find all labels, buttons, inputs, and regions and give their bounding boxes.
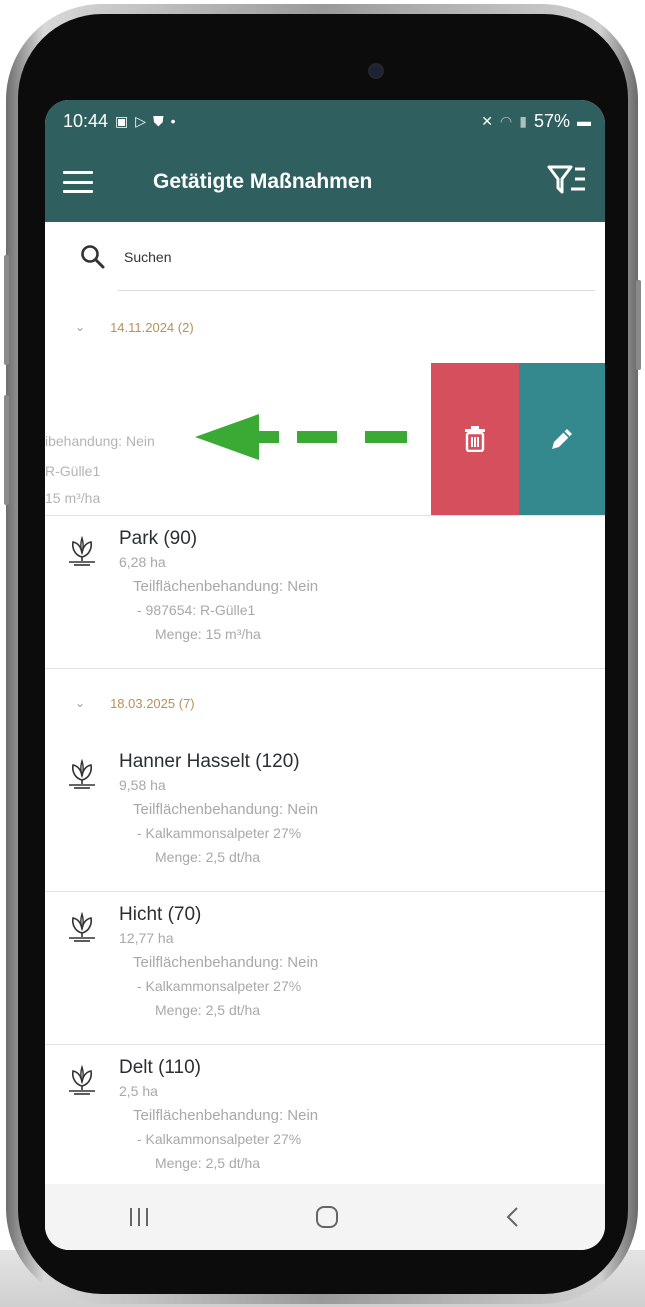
mute-icon: ✕ <box>481 113 494 129</box>
arrow-left-icon <box>195 414 407 460</box>
search-icon[interactable] <box>80 244 106 270</box>
delete-button[interactable] <box>431 363 519 515</box>
group-date-label: 14.11.2024 (2) <box>110 319 194 335</box>
chevron-down-icon: ⌄ <box>75 696 86 710</box>
filter-list-icon[interactable] <box>547 163 587 202</box>
entry-detail-2: - Kalkammonsalpeter 27% <box>137 1131 302 1147</box>
group-date-label: 18.03.2025 (7) <box>110 695 195 711</box>
gallery-icon: ▣ <box>115 113 129 129</box>
entry-name: Hicht (70) <box>119 904 202 925</box>
back-icon[interactable] <box>503 1205 523 1229</box>
entry-detail-2: - Kalkammonsalpeter 27% <box>137 978 302 994</box>
entry-detail-1: Teilflächenbehandung: Nein <box>133 578 319 595</box>
entry-detail-3: Menge: 15 m³/ha <box>155 626 261 642</box>
search-underline <box>118 290 595 291</box>
swiped-line-1: ibehandung: Nein <box>45 433 155 449</box>
side-button-right <box>636 280 641 370</box>
entry-detail-3: Menge: 2,5 dt/ha <box>155 1002 261 1018</box>
battery-icon: ▬ <box>577 113 591 129</box>
battery-level: 57% <box>533 110 570 131</box>
entry-detail-3: Menge: 2,5 dt/ha <box>155 849 261 865</box>
trash-icon <box>465 426 485 452</box>
entry-detail-3: Menge: 2,5 dt/ha <box>155 1155 261 1171</box>
chevron-down-icon: ⌄ <box>75 320 86 334</box>
play-icon: ▷ <box>135 113 147 129</box>
search-bar <box>45 222 605 292</box>
volume-button <box>4 255 9 365</box>
entry-detail-2: - Kalkammonsalpeter 27% <box>137 825 302 841</box>
swiped-line-3: 15 m³/ha <box>45 490 101 506</box>
recent-apps-icon[interactable] <box>127 1206 151 1228</box>
app-bar: Getätigte Maßnahmen <box>45 142 605 222</box>
wifi-icon: ◠ <box>500 113 513 129</box>
signal-icon: ▮ <box>519 113 527 129</box>
entry-name: Delt (110) <box>119 1057 202 1078</box>
entry-detail-1: Teilflächenbehandung: Nein <box>133 954 319 971</box>
power-button <box>4 395 9 505</box>
entry-detail-2: - 987654: R-Gülle1 <box>137 602 256 618</box>
entry-name: Hanner Hasselt (120) <box>119 751 300 772</box>
pencil-icon <box>552 429 572 449</box>
system-nav-bar <box>45 1184 605 1250</box>
entry-detail-1: Teilflächenbehandung: Nein <box>133 1107 319 1124</box>
dot-icon: • <box>170 113 176 129</box>
swiped-line-2: R-Gülle1 <box>45 463 101 479</box>
group-header-1[interactable]: ⌄ 14.11.2024 (2) <box>45 312 605 342</box>
front-camera <box>368 63 384 79</box>
list-item-delt[interactable]: Delt (110) 2,5 ha Teilflächenbehandung: … <box>45 1045 605 1198</box>
plant-icon <box>69 911 95 942</box>
list-item-park[interactable]: Park (90) 6,28 ha Teilflächenbehandung: … <box>45 516 605 669</box>
plant-icon <box>69 758 95 789</box>
home-icon[interactable] <box>314 1204 340 1230</box>
group-header-2[interactable]: ⌄ 18.03.2025 (7) <box>45 688 605 718</box>
entry-area: 2,5 ha <box>119 1083 158 1099</box>
entry-area: 6,28 ha <box>119 554 166 570</box>
edit-button[interactable] <box>519 363 605 515</box>
search-input[interactable] <box>124 249 544 265</box>
page-title: Getätigte Maßnahmen <box>153 170 373 193</box>
entry-name: Park (90) <box>119 528 198 549</box>
menu-icon[interactable] <box>63 171 93 193</box>
screen: 10:44 ▣ ▷ ⛊ • ✕ ◠ ▮ 57% ▬ Getätigte Maßn… <box>45 100 605 1250</box>
list-item-hicht[interactable]: Hicht (70) 12,77 ha Teilflächenbehandung… <box>45 892 605 1045</box>
shield-icon: ⛊ <box>153 113 164 129</box>
entry-area: 9,58 ha <box>119 777 166 793</box>
list-item-hanner-hasselt[interactable]: Hanner Hasselt (120) 9,58 ha Teilflächen… <box>45 739 605 892</box>
status-time: 10:44 <box>63 110 109 131</box>
entry-area: 12,77 ha <box>119 930 174 946</box>
plant-icon <box>69 1064 95 1095</box>
status-bar: 10:44 ▣ ▷ ⛊ • ✕ ◠ ▮ 57% ▬ <box>45 100 605 142</box>
plant-icon <box>69 535 95 566</box>
entry-detail-1: Teilflächenbehandung: Nein <box>133 801 319 818</box>
